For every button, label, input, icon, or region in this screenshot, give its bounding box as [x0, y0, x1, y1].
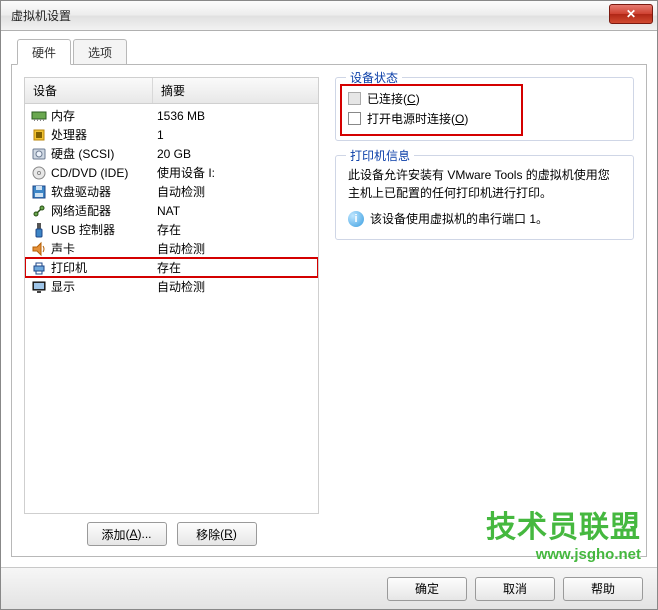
- device-summary: 自动检测: [153, 278, 314, 295]
- help-button[interactable]: 帮助: [563, 577, 643, 601]
- printer-info-text: 此设备允许安装有 VMware Tools 的虚拟机使用您主机上已配置的任何打印…: [348, 166, 621, 202]
- device-row[interactable]: CD/DVD (IDE)使用设备 I:: [25, 163, 318, 182]
- device-row[interactable]: 声卡自动检测: [25, 239, 318, 258]
- left-column: 设备 摘要 内存1536 MB处理器1硬盘 (SCSI)20 GBCD/DVD …: [24, 77, 319, 546]
- highlight-status-box: [340, 84, 523, 136]
- tab-options[interactable]: 选项: [73, 39, 127, 65]
- printer-info-note-row: i 该设备使用虚拟机的串行端口 1。: [348, 210, 621, 227]
- device-status-group: 设备状态 已连接(C) 打开电源时连接(O): [335, 77, 634, 141]
- device-name: 内存: [49, 107, 153, 124]
- device-row[interactable]: 显示自动检测: [25, 277, 318, 296]
- device-name: CD/DVD (IDE): [49, 166, 153, 180]
- tab-hardware[interactable]: 硬件: [17, 39, 71, 65]
- titlebar: 虚拟机设置 ✕: [1, 1, 657, 31]
- device-name: 显示: [49, 278, 153, 295]
- tabstrip: 硬件 选项: [11, 39, 647, 65]
- display-icon: [29, 279, 49, 295]
- content-area: 硬件 选项 设备 摘要 内存1536 MB处理器1硬盘 (SCSI)20 GBC…: [1, 31, 657, 567]
- remove-device-button[interactable]: 移除(R): [177, 522, 257, 546]
- device-summary: 存在: [153, 221, 314, 238]
- disk-icon: [29, 146, 49, 162]
- add-device-button[interactable]: 添加(A)...: [87, 522, 167, 546]
- device-row[interactable]: 硬盘 (SCSI)20 GB: [25, 144, 318, 163]
- device-row[interactable]: 处理器1: [25, 125, 318, 144]
- device-name: 处理器: [49, 126, 153, 143]
- device-summary: 1: [153, 128, 314, 142]
- cd-icon: [29, 165, 49, 181]
- usb-icon: [29, 222, 49, 238]
- device-name: 网络适配器: [49, 202, 153, 219]
- device-name: 软盘驱动器: [49, 183, 153, 200]
- network-icon: [29, 203, 49, 219]
- device-summary: 1536 MB: [153, 109, 314, 123]
- printer-info-group: 打印机信息 此设备允许安装有 VMware Tools 的虚拟机使用您主机上已配…: [335, 155, 634, 240]
- device-list[interactable]: 设备 摘要 内存1536 MB处理器1硬盘 (SCSI)20 GBCD/DVD …: [24, 77, 319, 514]
- device-row[interactable]: 打印机存在: [25, 258, 318, 277]
- memory-icon: [29, 108, 49, 124]
- info-icon: i: [348, 211, 364, 227]
- ok-button[interactable]: 确定: [387, 577, 467, 601]
- device-row[interactable]: USB 控制器存在: [25, 220, 318, 239]
- device-name: 硬盘 (SCSI): [49, 145, 153, 162]
- device-summary: 自动检测: [153, 183, 314, 200]
- close-button[interactable]: ✕: [609, 4, 653, 24]
- device-name: USB 控制器: [49, 221, 153, 238]
- device-summary: 20 GB: [153, 147, 314, 161]
- right-column: 设备状态 已连接(C) 打开电源时连接(O) 打印机信息 此设备允许安装有 VM…: [335, 77, 634, 546]
- sound-icon: [29, 241, 49, 257]
- cancel-button[interactable]: 取消: [475, 577, 555, 601]
- window-title: 虚拟机设置: [11, 7, 71, 24]
- device-row[interactable]: 软盘驱动器自动检测: [25, 182, 318, 201]
- device-list-header: 设备 摘要: [25, 78, 318, 104]
- printer-icon: [29, 260, 49, 276]
- device-row[interactable]: 内存1536 MB: [25, 106, 318, 125]
- device-buttons-row: 添加(A)... 移除(R): [24, 522, 319, 546]
- device-summary: NAT: [153, 204, 314, 218]
- printer-info-legend: 打印机信息: [346, 147, 414, 164]
- column-header-device[interactable]: 设备: [25, 78, 153, 103]
- printer-info-note: 该设备使用虚拟机的串行端口 1。: [370, 210, 548, 227]
- cpu-icon: [29, 127, 49, 143]
- device-summary: 使用设备 I:: [153, 164, 314, 181]
- device-row[interactable]: 网络适配器NAT: [25, 201, 318, 220]
- device-summary: 自动检测: [153, 240, 314, 257]
- tab-panel-hardware: 设备 摘要 内存1536 MB处理器1硬盘 (SCSI)20 GBCD/DVD …: [11, 64, 647, 557]
- floppy-icon: [29, 184, 49, 200]
- device-name: 打印机: [49, 259, 153, 276]
- device-name: 声卡: [49, 240, 153, 257]
- device-summary: 存在: [153, 259, 314, 276]
- dialog-footer: 确定 取消 帮助: [1, 567, 657, 609]
- column-header-summary[interactable]: 摘要: [153, 78, 318, 103]
